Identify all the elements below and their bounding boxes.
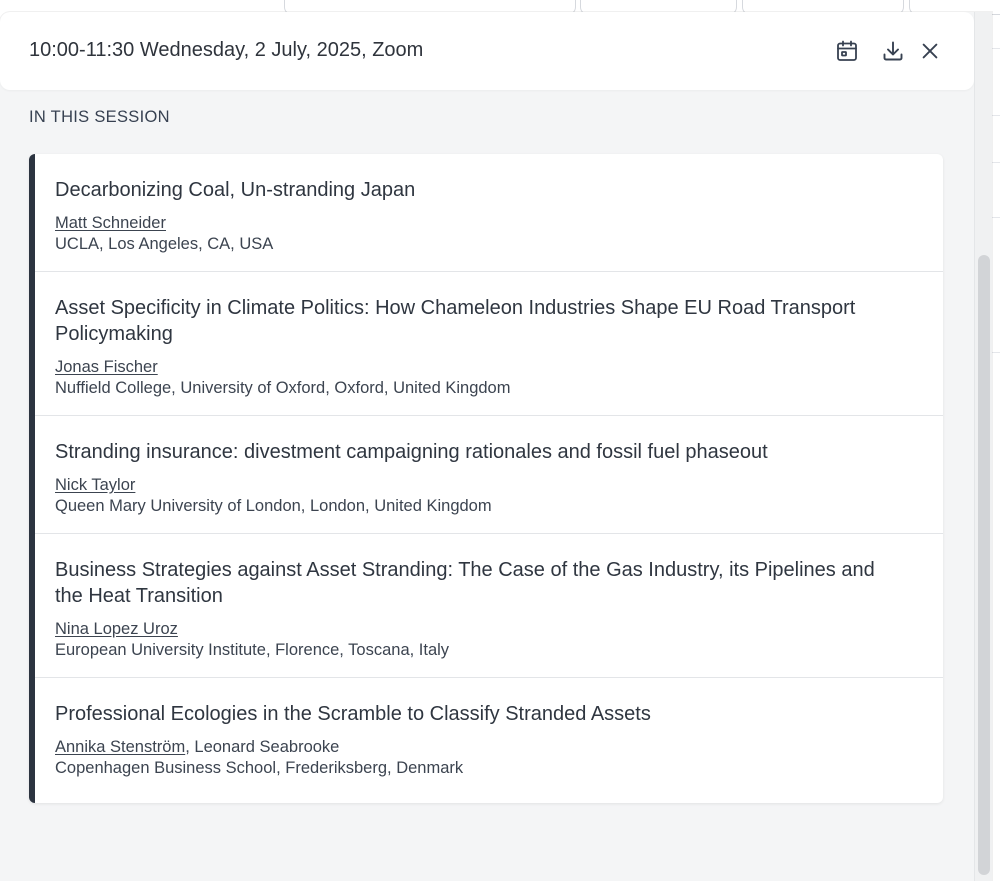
paper-authors: Jonas Fischer — [55, 357, 923, 378]
author-link[interactable]: Jonas Fischer — [55, 358, 158, 376]
paper-authors: Matt Schneider — [55, 213, 923, 234]
author-link[interactable]: Nick Taylor — [55, 476, 135, 494]
author-link[interactable]: Matt Schneider — [55, 214, 166, 232]
section-heading: IN THIS SESSION — [29, 108, 170, 126]
add-to-calendar-button[interactable] — [832, 36, 862, 66]
paper-title[interactable]: Asset Specificity in Climate Politics: H… — [55, 295, 923, 347]
session-papers-list: Decarbonizing Coal, Un-stranding Japan M… — [29, 154, 943, 803]
paper-title[interactable]: Business Strategies against Asset Strand… — [55, 557, 923, 609]
paper-authors: Nina Lopez Uroz — [55, 619, 923, 640]
paper-title[interactable]: Stranding insurance: divestment campaign… — [55, 439, 923, 465]
paper-item: Decarbonizing Coal, Un-stranding Japan M… — [35, 154, 943, 272]
paper-item: Asset Specificity in Climate Politics: H… — [35, 272, 943, 416]
vertical-scrollbar[interactable] — [974, 12, 992, 881]
paper-item: Business Strategies against Asset Strand… — [35, 534, 943, 678]
download-icon — [881, 39, 905, 63]
paper-title[interactable]: Professional Ecologies in the Scramble t… — [55, 701, 923, 727]
close-button[interactable] — [915, 36, 945, 66]
author-link[interactable]: Annika Stenström — [55, 738, 185, 756]
modal-header: 10:00-11:30 Wednesday, 2 July, 2025, Zoo… — [0, 12, 974, 90]
session-title: 10:00-11:30 Wednesday, 2 July, 2025, Zoo… — [29, 39, 424, 61]
paper-affiliation: Nuffield College, University of Oxford, … — [55, 379, 511, 397]
paper-affiliation: UCLA, Los Angeles, CA, USA — [55, 235, 274, 253]
download-button[interactable] — [878, 36, 908, 66]
scrollbar-thumb[interactable] — [978, 255, 990, 875]
paper-item: Stranding insurance: divestment campaign… — [35, 416, 943, 534]
paper-affiliation: European University Institute, Florence,… — [55, 641, 450, 659]
paper-affiliation: Queen Mary University of London, London,… — [55, 497, 492, 515]
author-names: , Leonard Seabrooke — [185, 738, 340, 756]
calendar-icon — [835, 39, 859, 63]
paper-item: Professional Ecologies in the Scramble t… — [35, 678, 943, 803]
author-link[interactable]: Nina Lopez Uroz — [55, 620, 178, 638]
paper-authors: Annika Stenström, Leonard Seabrooke — [55, 737, 923, 758]
session-modal: 10:00-11:30 Wednesday, 2 July, 2025, Zoo… — [0, 12, 992, 881]
close-icon — [919, 40, 941, 62]
paper-authors: Nick Taylor — [55, 475, 923, 496]
paper-affiliation: Copenhagen Business School, Frederiksber… — [55, 759, 464, 777]
paper-title[interactable]: Decarbonizing Coal, Un-stranding Japan — [55, 177, 923, 203]
